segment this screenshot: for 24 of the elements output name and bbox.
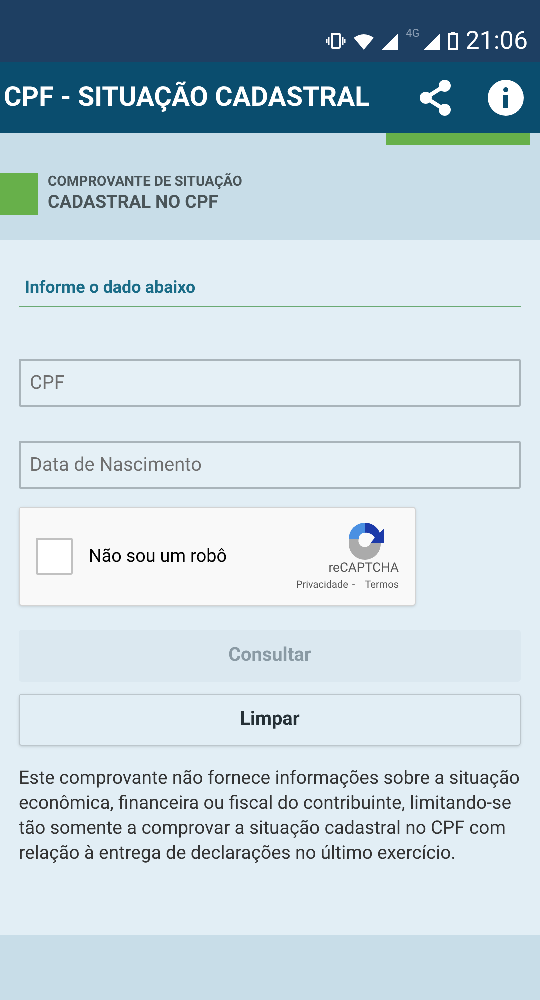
input-field[interactable]: Data de Nascimento <box>19 440 521 488</box>
clock: 21:06 <box>466 29 528 54</box>
info-icon[interactable] <box>488 80 524 116</box>
wifi-icon <box>354 34 374 50</box>
form-button[interactable]: Limpar <box>19 694 521 746</box>
vibrate-icon <box>326 32 346 50</box>
captcha-brand: reCAPTCHA <box>328 561 399 578</box>
checkbox[interactable] <box>36 538 73 574</box>
signal-icon <box>424 34 440 50</box>
captcha-label: Não sou um robô <box>89 544 228 568</box>
disclaimer-text: Este comprovante não fornece informações sobre a situação econômica, financeira ou fiscal do contribuinte, limitando-se tão somente a comprovar a situação cadastral no CPF com relação à entrega de declarações no último exercício. <box>19 766 521 866</box>
input-field[interactable]: CPF <box>19 358 521 406</box>
privacy-link[interactable]: Privacidade <box>296 578 348 593</box>
app-title: CPF - SITUAÇÃO CADASTRAL <box>4 80 371 116</box>
link-separator: - <box>352 578 356 593</box>
section-title: CADASTRAL NO CPF <box>48 192 220 214</box>
share-icon[interactable] <box>418 78 454 116</box>
section-title: COMPROVANTE DE SITUAÇÃO <box>48 174 242 192</box>
section-marker <box>0 173 38 215</box>
network-type: 4G <box>406 26 420 42</box>
signal-icon <box>382 34 398 50</box>
form-heading: Informe o dado abaixo <box>19 276 521 306</box>
terms-link[interactable]: Termos <box>365 578 399 593</box>
battery-icon <box>448 32 458 50</box>
